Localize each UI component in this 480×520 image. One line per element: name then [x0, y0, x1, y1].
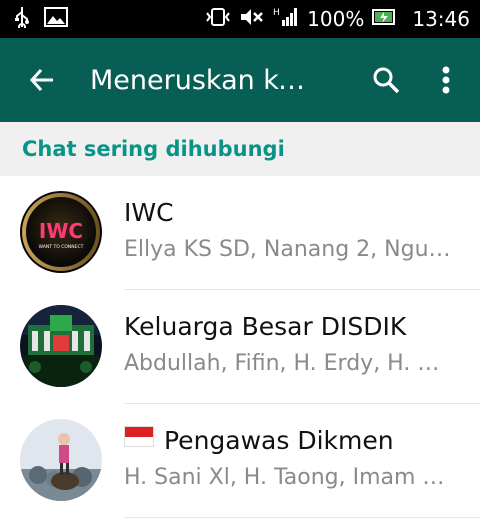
avatar-logo-subtext: WANT TO CONNECT [39, 244, 84, 250]
page-title: Meneruskan ke… [90, 64, 320, 96]
mute-icon [239, 7, 265, 32]
status-indicators: H 100% 13:46 [205, 6, 480, 33]
avatar [20, 419, 102, 501]
chat-item-iwc[interactable]: IWC WANT TO CONNECT IWC Ellya KS SD, Nan… [0, 176, 480, 290]
chat-name: Pengawas Dikmen [164, 426, 394, 455]
avatar: IWC WANT TO CONNECT [20, 191, 102, 273]
search-button[interactable] [360, 52, 412, 108]
section-header-frequent: Chat sering dihubungi [0, 122, 480, 176]
svg-text:H: H [273, 8, 280, 18]
arrow-back-icon [29, 68, 53, 92]
chat-name: IWC [124, 198, 174, 227]
chat-name: Keluarga Besar DISDIK [124, 312, 407, 341]
more-vert-icon [442, 66, 450, 94]
chat-name-row: Pengawas Dikmen [124, 426, 468, 455]
avatar-logo-text: IWC [39, 219, 83, 243]
clock: 13:46 [412, 7, 470, 31]
chat-members: Abdullah, Fifin, H. Erdy, H. … [124, 351, 440, 376]
usb-icon [14, 6, 30, 32]
back-button[interactable] [14, 52, 70, 108]
battery-icon [372, 7, 396, 31]
chat-item-pengawas-dikmen[interactable]: Pengawas Dikmen H. Sani Xl, H. Taong, Im… [0, 404, 480, 518]
status-notifications [0, 6, 68, 32]
search-icon [373, 67, 400, 94]
battery-percent: 100% [307, 7, 365, 31]
overflow-menu-button[interactable] [420, 52, 472, 108]
section-label: Chat sering dihubungi [22, 137, 285, 161]
app-bar: Meneruskan ke… [0, 38, 480, 122]
gallery-icon [44, 7, 68, 31]
avatar [20, 305, 102, 387]
vibrate-icon [205, 7, 231, 32]
chat-members: H. Sani Xl, H. Taong, Imam … [124, 465, 445, 490]
chat-members: Ellya KS SD, Nanang 2, Ngu… [124, 237, 451, 262]
divider [124, 517, 480, 518]
signal-icon: H [273, 6, 299, 33]
chat-item-keluarga-besar-disdik[interactable]: Keluarga Besar DISDIK Abdullah, Fifin, H… [0, 290, 480, 404]
chat-list: IWC WANT TO CONNECT IWC Ellya KS SD, Nan… [0, 176, 480, 518]
status-bar: H 100% 13:46 [0, 0, 480, 38]
indonesia-flag-icon [124, 426, 154, 447]
